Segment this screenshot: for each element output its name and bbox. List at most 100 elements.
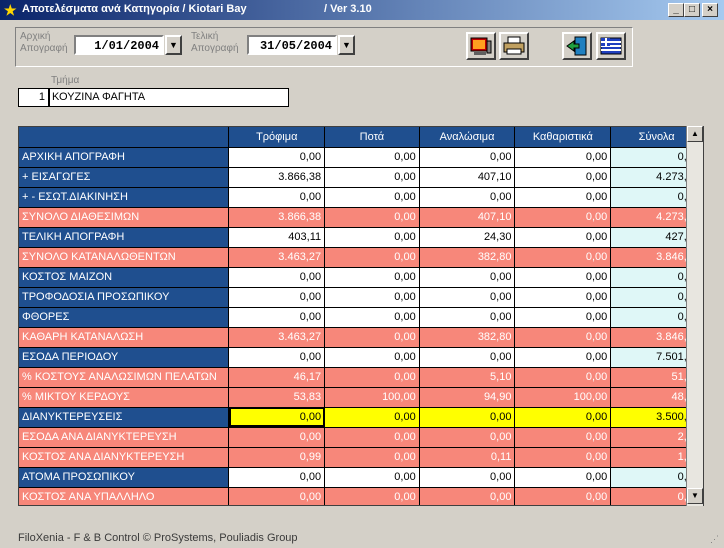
value-cell[interactable]: 0,00 bbox=[324, 447, 420, 468]
value-cell[interactable]: 0,00 bbox=[324, 407, 420, 428]
column-header[interactable]: Τρόφιμα bbox=[228, 127, 326, 148]
value-cell[interactable]: 24,30 bbox=[419, 227, 516, 248]
value-cell[interactable]: 0,00 bbox=[514, 307, 612, 328]
value-cell[interactable]: 0,00 bbox=[419, 407, 516, 428]
value-cell[interactable]: 0,00 bbox=[514, 487, 612, 505]
value-cell[interactable]: 0,00 bbox=[514, 407, 612, 428]
value-cell[interactable]: 100,00 bbox=[324, 387, 420, 408]
value-cell[interactable]: 0,00 bbox=[514, 207, 612, 228]
value-cell[interactable]: 0,00 bbox=[514, 247, 612, 268]
value-cell[interactable]: 0,00 bbox=[514, 327, 612, 348]
maximize-button[interactable]: □ bbox=[684, 3, 700, 17]
value-cell[interactable]: 0,00 bbox=[514, 167, 612, 188]
value-cell[interactable]: 0,00 bbox=[419, 307, 516, 328]
value-cell[interactable]: 0,00 bbox=[514, 187, 612, 208]
value-cell[interactable]: 0,00 bbox=[324, 367, 420, 388]
results-grid[interactable]: Τρόφιμα Ποτά Αναλώσιμα Καθαριστικά Σύνολ… bbox=[18, 126, 704, 506]
value-cell[interactable]: 0,00 bbox=[228, 267, 326, 288]
value-cell[interactable]: 382,80 bbox=[419, 247, 516, 268]
value-cell[interactable]: 0,00 bbox=[514, 467, 612, 488]
value-cell[interactable]: 100,00 bbox=[514, 387, 612, 408]
value-cell[interactable]: 0,00 bbox=[514, 227, 612, 248]
value-cell[interactable]: 382,80 bbox=[419, 327, 516, 348]
department-code-field[interactable]: 1 bbox=[18, 88, 49, 107]
value-cell[interactable]: 0,00 bbox=[228, 487, 326, 505]
end-date-dropdown[interactable]: ▼ bbox=[338, 35, 355, 55]
value-cell[interactable]: 0,00 bbox=[324, 307, 420, 328]
value-cell[interactable]: 0,00 bbox=[228, 427, 326, 448]
language-button[interactable] bbox=[596, 32, 626, 60]
value-cell[interactable]: 0,00 bbox=[419, 487, 516, 505]
value-cell[interactable]: 0,00 bbox=[324, 327, 420, 348]
scroll-down-button[interactable]: ▼ bbox=[687, 488, 703, 504]
value-cell[interactable]: 0,00 bbox=[228, 467, 326, 488]
value-cell[interactable]: 0,00 bbox=[228, 347, 326, 368]
value-cell[interactable]: 403,11 bbox=[228, 227, 326, 248]
end-date-field[interactable]: 31/05/2004 bbox=[247, 35, 337, 55]
value-cell[interactable]: 0,00 bbox=[514, 287, 612, 308]
resize-grip-icon[interactable]: ⋰ bbox=[710, 534, 722, 546]
value-cell[interactable]: 0,00 bbox=[419, 267, 516, 288]
value-cell[interactable]: 0,00 bbox=[514, 347, 612, 368]
table-row: ΕΣΟΔΑ ΠΕΡΙΟΔΟΥ 0,00 0,00 0,00 0,00 7.501,23 bbox=[19, 347, 703, 368]
value-cell[interactable]: 407,10 bbox=[419, 167, 516, 188]
value-cell[interactable]: 0,00 bbox=[324, 487, 420, 505]
exit-button[interactable] bbox=[562, 32, 592, 60]
value-cell[interactable]: 0,00 bbox=[228, 307, 326, 328]
table-row: ΕΣΟΔΑ ΑΝΑ ΔΙΑΝΥΚΤΕΡΕΥΣΗ0,000,000,000,002… bbox=[19, 427, 703, 448]
value-cell[interactable]: 0,00 bbox=[419, 287, 516, 308]
value-cell[interactable]: 0,00 bbox=[228, 407, 326, 428]
value-cell[interactable]: 0,11 bbox=[419, 447, 516, 468]
column-header[interactable]: Καθαριστικά bbox=[514, 127, 612, 148]
value-cell[interactable]: 0,00 bbox=[324, 227, 420, 248]
column-header[interactable]: Αναλώσιμα bbox=[419, 127, 516, 148]
value-cell[interactable]: 0,00 bbox=[324, 147, 420, 168]
value-cell[interactable]: 0,00 bbox=[419, 147, 516, 168]
value-cell[interactable]: 407,10 bbox=[419, 207, 516, 228]
value-cell[interactable]: 0,00 bbox=[324, 267, 420, 288]
screen-preview-button[interactable] bbox=[466, 32, 496, 60]
value-cell[interactable]: 0,00 bbox=[419, 427, 516, 448]
value-cell[interactable]: 3.866,38 bbox=[228, 207, 326, 228]
value-cell[interactable]: 0,00 bbox=[228, 187, 326, 208]
close-button[interactable]: × bbox=[702, 3, 718, 17]
start-date-field[interactable]: 1/01/2004 bbox=[74, 35, 164, 55]
table-row: % ΜΙΚΤΟΥ ΚΕΡΔΟΥΣ53,83100,0094,90100,0048… bbox=[19, 387, 703, 408]
scroll-up-button[interactable]: ▲ bbox=[687, 126, 703, 142]
value-cell[interactable]: 3.866,38 bbox=[228, 167, 326, 188]
value-cell[interactable]: 0,00 bbox=[514, 147, 612, 168]
department-name-field[interactable]: ΚΟΥΖΙΝΑ ΦΑΓΗΤΑ bbox=[49, 88, 289, 107]
column-header[interactable]: Ποτά bbox=[324, 127, 420, 148]
value-cell[interactable]: 0,00 bbox=[324, 167, 420, 188]
value-cell[interactable]: 0,00 bbox=[419, 187, 516, 208]
value-cell[interactable]: 0,00 bbox=[419, 347, 516, 368]
value-cell[interactable]: 0,00 bbox=[324, 207, 420, 228]
value-cell[interactable]: 0,00 bbox=[514, 427, 612, 448]
value-cell[interactable]: 0,00 bbox=[228, 287, 326, 308]
print-button[interactable] bbox=[499, 32, 529, 60]
value-cell[interactable]: 0,00 bbox=[324, 287, 420, 308]
chevron-down-icon: ▼ bbox=[169, 40, 178, 50]
start-date-dropdown[interactable]: ▼ bbox=[165, 35, 182, 55]
value-cell[interactable]: 0,00 bbox=[514, 267, 612, 288]
value-cell[interactable]: 0,00 bbox=[324, 347, 420, 368]
value-cell[interactable]: 53,83 bbox=[228, 387, 326, 408]
value-cell[interactable]: 0,00 bbox=[514, 447, 612, 468]
value-cell[interactable]: 94,90 bbox=[419, 387, 516, 408]
row-label: ΔΙΑΝΥΚΤΕΡΕΥΣΕΙΣ bbox=[19, 407, 230, 428]
value-cell[interactable]: 0,00 bbox=[324, 467, 420, 488]
value-cell[interactable]: 0,00 bbox=[324, 187, 420, 208]
minimize-button[interactable]: _ bbox=[668, 3, 684, 17]
value-cell[interactable]: 0,00 bbox=[324, 247, 420, 268]
vertical-scrollbar[interactable]: ▲ ▼ bbox=[686, 126, 703, 506]
table-row: ΔΙΑΝΥΚΤΕΡΕΥΣΕΙΣ 0,00 0,00 0,00 0,00 3.500,00 bbox=[19, 407, 703, 428]
value-cell[interactable]: 46,17 bbox=[228, 367, 326, 388]
value-cell[interactable]: 5,10 bbox=[419, 367, 516, 388]
value-cell[interactable]: 3.463,27 bbox=[228, 327, 326, 348]
value-cell[interactable]: 0,99 bbox=[228, 447, 326, 468]
value-cell[interactable]: 0,00 bbox=[228, 147, 326, 168]
value-cell[interactable]: 0,00 bbox=[324, 427, 420, 448]
value-cell[interactable]: 0,00 bbox=[514, 367, 612, 388]
value-cell[interactable]: 0,00 bbox=[419, 467, 516, 488]
value-cell[interactable]: 3.463,27 bbox=[228, 247, 326, 268]
